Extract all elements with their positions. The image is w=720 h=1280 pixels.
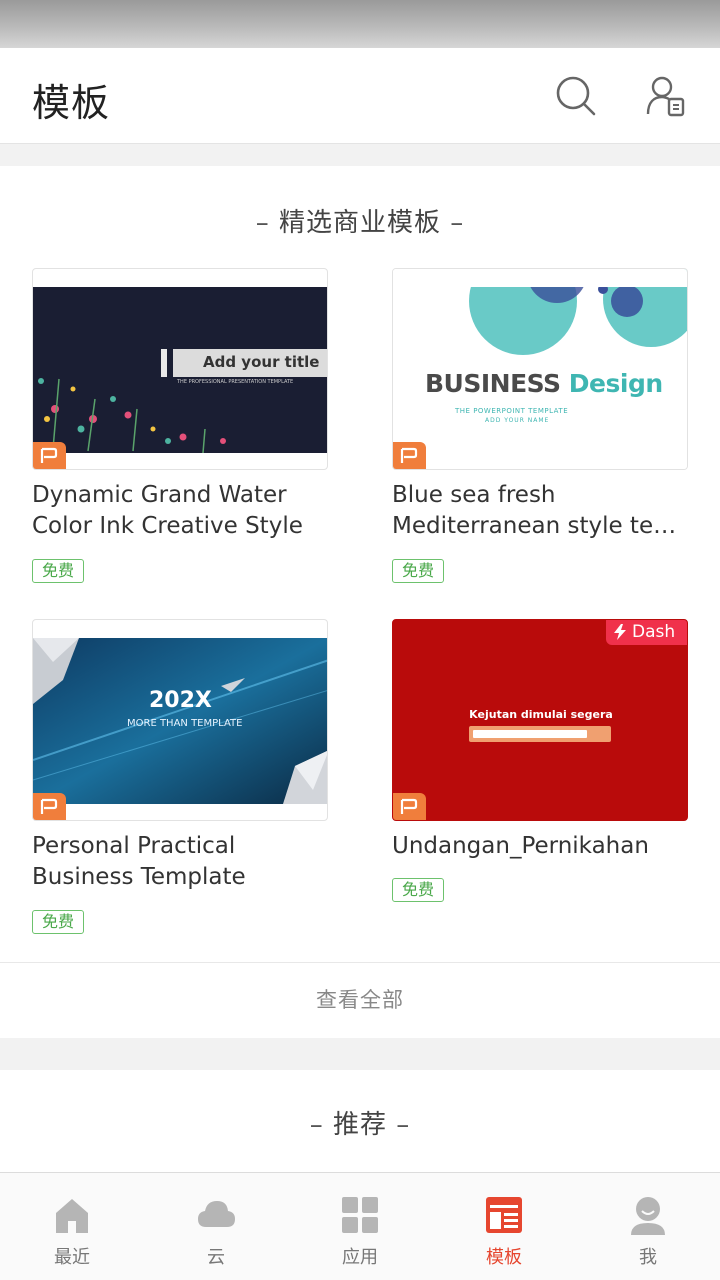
- apps-grid-icon: [342, 1197, 378, 1233]
- search-button[interactable]: [554, 74, 598, 118]
- template-icon: [486, 1197, 522, 1233]
- app-header: 模板: [0, 48, 720, 144]
- ppt-badge: [393, 793, 426, 820]
- free-badge: 免费: [392, 559, 444, 583]
- recommend-section: – 推荐 –: [0, 1070, 720, 1172]
- featured-section-title: – 精选商业模板 –: [255, 208, 465, 238]
- thumbnail-subtitle-text: MORE THAN TEMPLATE: [127, 718, 243, 729]
- nav-item-me[interactable]: 我: [576, 1173, 720, 1280]
- status-bar: [0, 0, 720, 48]
- ppt-icon: [40, 447, 58, 463]
- template-thumbnail[interactable]: Kejutan dimulai segera Dash: [392, 619, 688, 821]
- ppt-icon: [400, 798, 418, 814]
- featured-section: – 精选商业模板 – Add your title THE PROFESSION…: [0, 166, 720, 1038]
- thumbnail-subtitle-text: THE POWERPOINT TEMPLATE: [455, 407, 569, 415]
- thumbnail-title-text: BUSINESS Design: [425, 369, 663, 398]
- page-title: 模板: [32, 81, 111, 125]
- template-card[interactable]: 202X MORE THAN TEMPLATE Personal Practic…: [32, 619, 328, 939]
- template-thumbnail[interactable]: BUSINESS Design THE POWERPOINT TEMPLATE …: [392, 268, 688, 470]
- nav-item-recent[interactable]: 最近: [0, 1173, 144, 1280]
- cloud-icon: [198, 1201, 235, 1227]
- home-icon: [56, 1199, 88, 1233]
- template-thumbnail[interactable]: 202X MORE THAN TEMPLATE: [32, 619, 328, 821]
- thumbnail-title-text: 202X: [149, 688, 212, 713]
- profile-icon: [631, 1197, 665, 1235]
- ppt-badge: [33, 793, 66, 820]
- search-icon: [556, 76, 596, 116]
- nav-label: 最近: [54, 1247, 90, 1268]
- account-button[interactable]: [644, 74, 688, 118]
- free-badge: 免费: [32, 559, 84, 583]
- nav-label: 应用: [342, 1247, 378, 1268]
- user-doc-icon: [646, 76, 685, 117]
- ppt-badge: [33, 442, 66, 469]
- free-badge: 免费: [32, 910, 84, 934]
- ppt-badge: [393, 442, 426, 469]
- ppt-icon: [400, 447, 418, 463]
- template-title[interactable]: Personal Practical Business Template: [32, 831, 328, 893]
- dash-tag: Dash: [606, 620, 687, 645]
- template-card[interactable]: Kejutan dimulai segera Dash Undangan_Per…: [392, 619, 688, 909]
- recommend-section-title: – 推荐 –: [309, 1110, 411, 1140]
- template-title[interactable]: Undangan_Pernikahan: [392, 831, 688, 862]
- thumbnail-subtitle-text: THE PROFESSIONAL PRESENTATION TEMPLATE: [177, 379, 294, 385]
- nav-label: 我: [639, 1247, 657, 1268]
- nav-item-cloud[interactable]: 云: [144, 1173, 288, 1280]
- nav-item-apps[interactable]: 应用: [288, 1173, 432, 1280]
- nav-label: 模板: [486, 1247, 522, 1268]
- nav-item-templates[interactable]: 模板: [432, 1173, 576, 1280]
- template-thumbnail[interactable]: Add your title THE PROFESSIONAL PRESENTA…: [32, 268, 328, 470]
- free-badge: 免费: [392, 878, 444, 902]
- ppt-icon: [40, 798, 58, 814]
- lightning-icon: [614, 624, 626, 640]
- view-all-button[interactable]: 查看全部: [0, 962, 720, 1038]
- thumbnail-title-text: Kejutan dimulai segera: [469, 708, 613, 721]
- template-title[interactable]: Dynamic Grand Water Color Ink Creative S…: [32, 480, 328, 542]
- template-title[interactable]: Blue sea fresh Mediterranean style tem…: [392, 480, 688, 542]
- template-card[interactable]: BUSINESS Design THE POWERPOINT TEMPLATE …: [392, 268, 688, 588]
- thumbnail-title-text: Add your title: [203, 353, 320, 371]
- nav-label: 云: [207, 1247, 225, 1268]
- thumbnail-author-text: ADD YOUR NAME: [485, 417, 550, 424]
- thumbnail-progress-bar: [469, 726, 611, 742]
- bottom-nav: 最近 云 应用 模板 我: [0, 1172, 720, 1280]
- template-card[interactable]: Add your title THE PROFESSIONAL PRESENTA…: [32, 268, 328, 588]
